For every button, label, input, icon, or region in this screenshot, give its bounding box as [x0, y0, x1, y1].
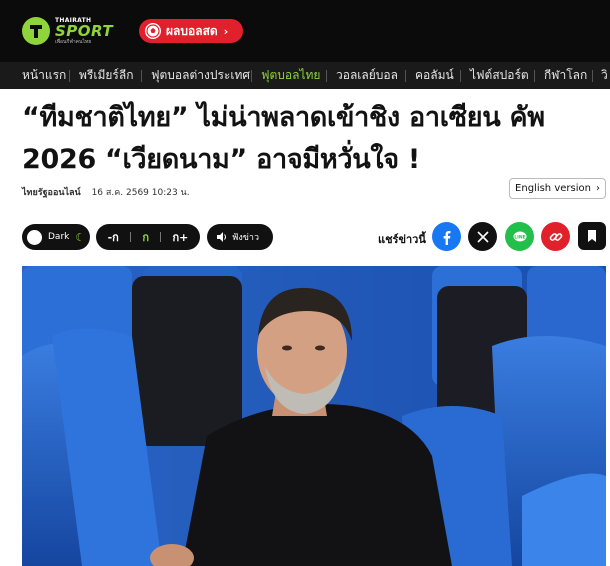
facebook-icon: [443, 230, 450, 245]
english-version-button[interactable]: English version ›: [509, 178, 606, 199]
article-photo: [22, 266, 606, 566]
football-icon: [145, 23, 161, 39]
article-headline: “ทีมชาติไทย” ไม่น่าพลาดเข้าชิง อาเซียน ค…: [22, 97, 597, 181]
nav-item-premier-league[interactable]: พรีเมียร์ลีก: [79, 62, 133, 89]
logo-main-text: SPORT: [55, 21, 114, 40]
facebook-share-button[interactable]: [432, 222, 461, 251]
speaker-icon: [217, 232, 226, 242]
nav-divider: [460, 70, 461, 82]
article-meta: ไทยรัฐออนไลน์ 16 ส.ค. 2569 10:23 น.: [22, 185, 190, 199]
article-source: ไทยรัฐออนไลน์: [22, 188, 81, 198]
logo-tagline: เพื่อนกีฬาคนไทย: [55, 38, 92, 45]
nav-divider: [405, 70, 406, 82]
top-header: THAIRATH SPORT เพื่อนกีฬาคนไทย ผลบอลสด ›: [0, 0, 610, 62]
bookmark-button[interactable]: [578, 222, 606, 250]
bookmark-icon: [588, 230, 596, 242]
english-version-label: English version: [515, 183, 591, 194]
logo-t-icon: [22, 17, 50, 45]
chevron-right-icon: ›: [223, 24, 229, 38]
dark-mode-label: Dark: [48, 232, 70, 242]
line-share-button[interactable]: LINE: [505, 222, 534, 251]
divider: [160, 232, 162, 242]
nav-item-volleyball[interactable]: วอลเลย์บอล: [336, 62, 398, 89]
thairath-sport-logo[interactable]: THAIRATH SPORT เพื่อนกีฬาคนไทย: [22, 13, 118, 49]
line-icon: LINE: [513, 231, 526, 241]
copy-link-icon: [549, 232, 562, 241]
live-score-label: ผลบอลสด: [166, 23, 218, 38]
nav-item-foreign-football[interactable]: ฟุตบอลต่างประเทศ: [151, 62, 250, 89]
font-size-decrease-button[interactable]: -ก: [108, 228, 119, 246]
listen-news-button[interactable]: ฟังข่าว: [207, 224, 273, 250]
share-label: แชร์ข่าวนี้: [378, 233, 426, 246]
font-size-control: -ก ก ก+: [96, 224, 200, 250]
nav-divider: [534, 70, 535, 82]
listen-news-label: ฟังข่าว: [232, 233, 260, 243]
nav-item-world-sports[interactable]: กีฬาโลก: [544, 62, 587, 89]
logo-wordmark: THAIRATH SPORT เพื่อนกีฬาคนไทย: [55, 17, 114, 45]
toggle-knob: [27, 229, 42, 245]
nav-divider: [141, 70, 142, 82]
nav-divider: [69, 70, 70, 82]
live-score-button[interactable]: ผลบอลสด ›: [139, 19, 243, 43]
main-nav: หน้าแรก พรีเมียร์ลีก ฟุตบอลต่างประเทศ ฟุ…: [0, 62, 610, 89]
copy-link-button[interactable]: [541, 222, 570, 251]
headline-line-1: “ทีมชาติไทย” ไม่น่าพลาดเข้าชิง อาเซียน ค…: [22, 102, 545, 133]
nav-item-thai-football[interactable]: ฟุตบอลไทย: [261, 62, 320, 89]
chevron-right-icon: ›: [595, 183, 600, 194]
headline-line-2: 2026 “เวียดนาม” อาจมีหวั่นใจ !: [22, 144, 420, 175]
divider: [130, 232, 132, 242]
nav-item-home[interactable]: หน้าแรก: [22, 62, 66, 89]
nav-item-more[interactable]: วิ: [601, 62, 608, 89]
dark-mode-toggle[interactable]: Dark ☾: [22, 224, 90, 250]
nav-item-fight-sports[interactable]: ไฟต์สปอร์ต: [470, 62, 529, 89]
svg-text:LINE: LINE: [514, 234, 525, 240]
nav-item-columns[interactable]: คอลัมน์: [415, 62, 454, 89]
nav-divider: [251, 70, 252, 82]
x-icon: [476, 230, 489, 243]
font-size-increase-button[interactable]: ก+: [172, 228, 188, 246]
nav-divider: [592, 70, 593, 82]
article-date: 16 ส.ค. 2569 10:23 น.: [91, 188, 190, 198]
x-share-button[interactable]: [468, 222, 497, 251]
coach-photo-illustration: [22, 266, 606, 566]
font-size-normal-button[interactable]: ก: [142, 228, 149, 246]
moon-icon: ☾: [75, 230, 86, 244]
nav-divider: [326, 70, 327, 82]
